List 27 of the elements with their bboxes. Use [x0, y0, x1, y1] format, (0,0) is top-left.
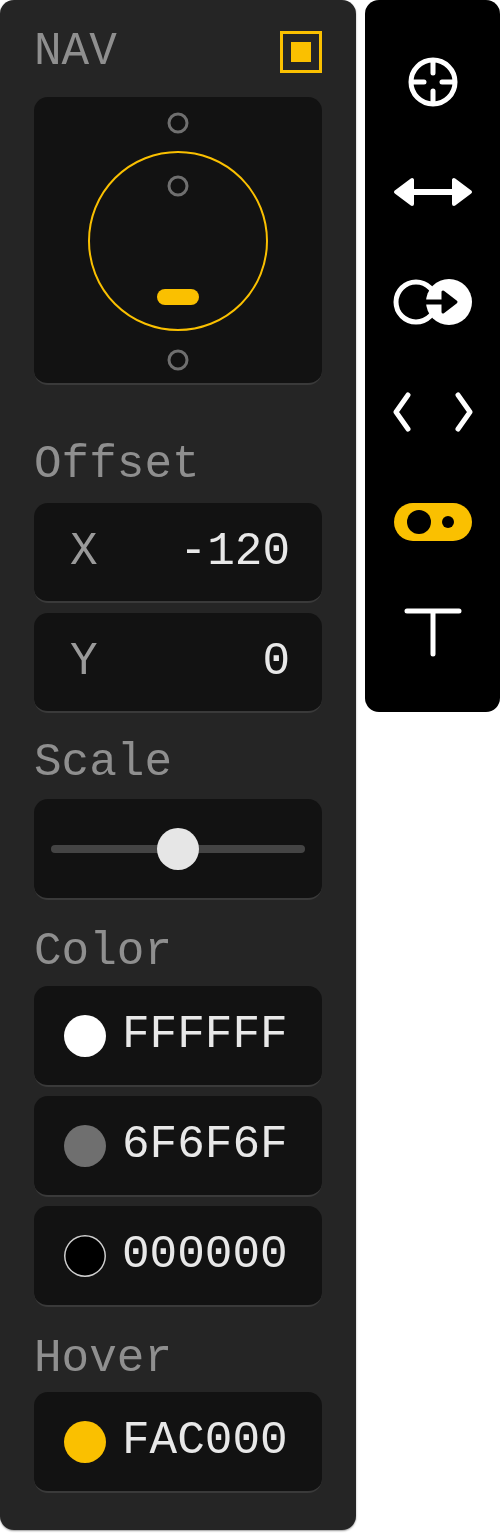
number-field[interactable]: X -120 [34, 503, 322, 603]
nav-toggle[interactable] [280, 31, 322, 73]
section-label: Color [34, 928, 174, 976]
section-label: NAV [34, 28, 117, 76]
field-label: X [70, 524, 98, 580]
double-arrow-icon [392, 176, 473, 208]
color-field[interactable]: FAC000 [34, 1392, 322, 1493]
number-field[interactable]: Y 0 [34, 613, 322, 713]
color-field[interactable]: FFFFFF [34, 986, 322, 1087]
color-value: FAC000 [122, 1414, 288, 1469]
color-value: 6F6F6F [122, 1118, 288, 1173]
text-icon [402, 607, 463, 657]
slider-thumb[interactable] [157, 827, 199, 870]
field-value: 0 [262, 634, 290, 690]
color-field[interactable]: 6F6F6F [34, 1096, 322, 1197]
field-value: -120 [179, 524, 290, 580]
chevrons-icon [391, 392, 474, 432]
field-label: Y [70, 634, 98, 690]
section-label: Offset [34, 441, 201, 489]
nav-pad[interactable] [34, 97, 322, 385]
color-value: 000000 [122, 1228, 288, 1283]
toggle-icon [393, 503, 472, 541]
section-label: Scale [34, 739, 174, 787]
color-field[interactable]: 000000 [34, 1206, 322, 1307]
circle-arrow-icon [391, 276, 474, 328]
section-label: Hover [34, 1335, 174, 1383]
color-value: FFFFFF [122, 1008, 288, 1063]
